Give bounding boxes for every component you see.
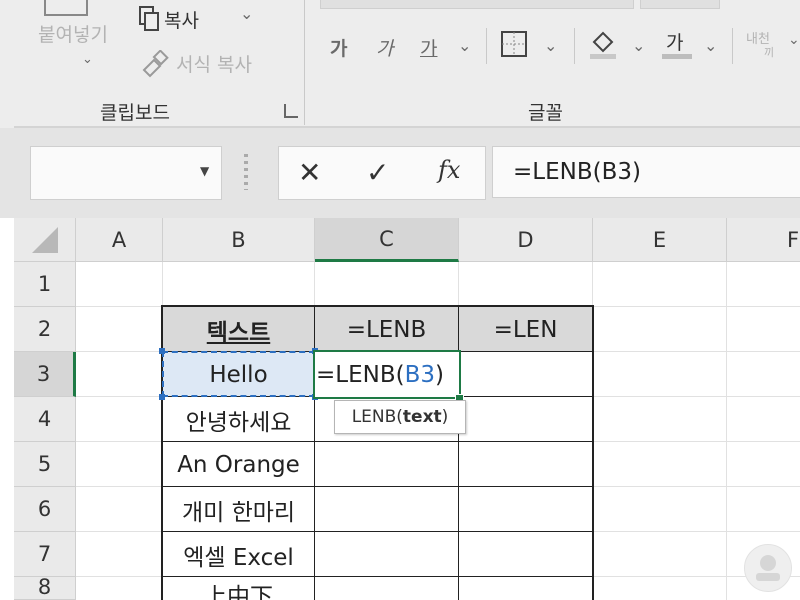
gridline: [726, 262, 727, 600]
phonetic-guide-sub-label: 끼: [764, 46, 775, 59]
cancel-icon[interactable]: ✕: [298, 156, 321, 189]
format-painter-icon: [140, 49, 170, 78]
font-color-dropdown-chevron-icon[interactable]: ⌄: [704, 36, 717, 55]
ribbon-separator: [304, 0, 305, 125]
table-header-lenb[interactable]: =LENB: [315, 307, 458, 352]
underline-dropdown-chevron-icon[interactable]: ⌄: [458, 36, 471, 55]
paste-dropdown-chevron-icon[interactable]: ⌄: [82, 52, 93, 67]
copy-button[interactable]: 복사: [164, 6, 199, 33]
borders-icon[interactable]: [500, 30, 528, 58]
table-border: [592, 305, 594, 600]
row-header-6[interactable]: 6: [14, 487, 76, 532]
cell-c3-editor[interactable]: =LENB(B3): [316, 352, 461, 397]
row-header-3[interactable]: 3: [14, 352, 76, 397]
column-header-b[interactable]: B: [163, 218, 315, 262]
fill-color-dropdown-chevron-icon[interactable]: ⌄: [632, 36, 645, 55]
table-border: [161, 305, 594, 307]
row-header-1[interactable]: 1: [14, 262, 76, 307]
ribbon: 붙여넣기 ⌄ 복사 ⌄ 서식 복사 클립보드 가 가 가 ⌄ ⌄ ⌄ 가 ⌄ 내…: [0, 0, 800, 128]
watermark-avatar: [744, 544, 792, 592]
font-color-button[interactable]: 가: [666, 28, 683, 55]
name-box-dropdown-icon[interactable]: ▼: [200, 164, 209, 178]
formula-input[interactable]: =LENB(B3): [492, 146, 800, 198]
reference-handle[interactable]: [159, 348, 165, 354]
column-header-e[interactable]: E: [593, 218, 727, 262]
copy-dropdown-chevron-icon[interactable]: ⌄: [240, 4, 253, 23]
edit-suffix: ): [435, 361, 444, 388]
column-header-a[interactable]: A: [76, 218, 163, 262]
name-box[interactable]: [30, 146, 222, 200]
table-header-text[interactable]: 텍스트: [163, 307, 314, 352]
cell-b7[interactable]: 엑셀 Excel: [163, 532, 314, 577]
ribbon-separator: [486, 28, 487, 64]
italic-button[interactable]: 가: [376, 34, 393, 61]
ribbon-separator: [574, 28, 575, 64]
table-border: [163, 576, 592, 577]
paste-icon[interactable]: [44, 0, 88, 16]
table-border: [163, 441, 592, 442]
font-color-swatch: [662, 54, 692, 59]
function-tooltip[interactable]: LENB(text): [334, 400, 466, 434]
row-header-2[interactable]: 2: [14, 307, 76, 352]
row-header-7[interactable]: 7: [14, 532, 76, 577]
select-all-corner[interactable]: [14, 218, 76, 262]
enter-icon[interactable]: ✓: [366, 156, 389, 189]
font-name-combo[interactable]: [320, 0, 634, 9]
font-size-combo[interactable]: [640, 0, 720, 9]
clipboard-dialog-launcher-icon[interactable]: [284, 104, 298, 118]
edit-reference: B3: [404, 361, 435, 388]
cell-b4[interactable]: 안녕하세요: [163, 397, 314, 442]
reference-highlight: [162, 351, 315, 397]
cell-b8[interactable]: 上中下: [163, 577, 314, 600]
cell-b6[interactable]: 개미 한마리: [163, 487, 314, 532]
edit-prefix: =LENB(: [316, 361, 405, 388]
ribbon-separator: [732, 28, 733, 64]
format-painter-button[interactable]: 서식 복사: [176, 50, 252, 77]
phonetic-dropdown-chevron-icon[interactable]: ⌄: [788, 32, 800, 48]
column-header-d[interactable]: D: [459, 218, 593, 262]
column-header-f[interactable]: F: [727, 218, 800, 262]
tooltip-argument[interactable]: text: [403, 407, 442, 427]
underline-button[interactable]: 가: [420, 34, 437, 61]
tooltip-close-paren: ): [441, 407, 449, 427]
tooltip-function-name: LENB(: [351, 407, 403, 427]
worksheet-grid: A B C D E F 1 2 3 4 5 6 7 8 텍스트 =LENB =L…: [0, 218, 800, 600]
font-group-label: 글꼴: [528, 102, 563, 124]
fill-color-icon[interactable]: [588, 26, 618, 60]
table-border: [163, 531, 592, 532]
paste-button[interactable]: 붙여넣기: [38, 20, 108, 47]
table-border: [163, 486, 592, 487]
column-header-c[interactable]: C: [315, 218, 459, 262]
cell-b5[interactable]: An Orange: [163, 442, 314, 487]
resize-handle-icon[interactable]: [244, 154, 248, 190]
formula-bar-area: ▼ ✕ ✓ fx =LENB(B3): [0, 128, 800, 218]
copy-icon: [138, 6, 160, 31]
borders-dropdown-chevron-icon[interactable]: ⌄: [544, 36, 557, 55]
bold-button[interactable]: 가: [330, 34, 347, 61]
insert-function-icon[interactable]: fx: [438, 156, 460, 184]
table-header-len[interactable]: =LEN: [459, 307, 592, 352]
row-header-4[interactable]: 4: [14, 397, 76, 442]
reference-handle[interactable]: [159, 394, 165, 400]
clipboard-group-label: 클립보드: [100, 102, 170, 124]
row-header-8[interactable]: 8: [14, 575, 76, 600]
row-header-5[interactable]: 5: [14, 442, 76, 487]
